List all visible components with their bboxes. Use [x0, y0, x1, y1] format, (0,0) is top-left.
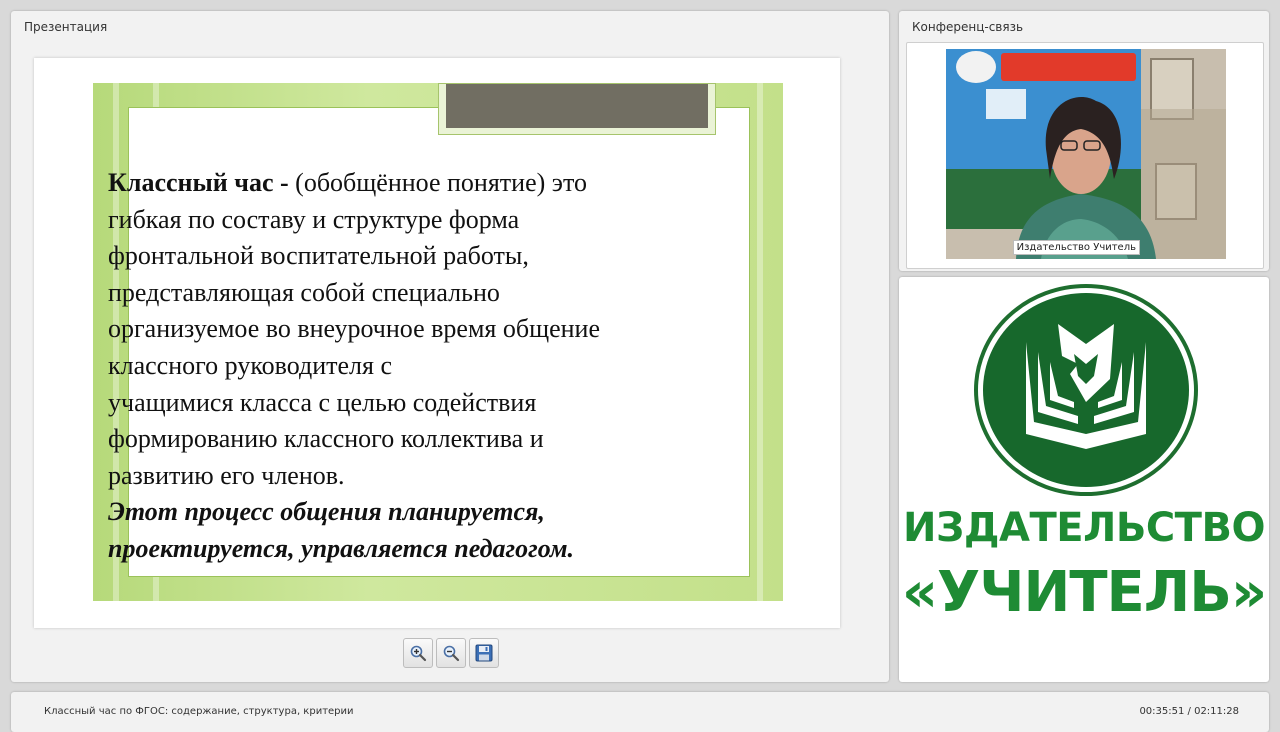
video-caption: Издательство Учитель	[1012, 240, 1140, 255]
webcam-image	[946, 49, 1226, 259]
save-button[interactable]	[469, 638, 499, 668]
slide-text-line: гибкая по составу и структуре форма	[108, 202, 718, 239]
slide-text-line: проектируется, управляется педагогом.	[108, 531, 718, 568]
slide-text-emphasis: Этот процесс общения планируется,	[108, 497, 545, 527]
slide-text-emphasis: проектируется, управляется педагогом.	[108, 533, 575, 563]
logo-panel: ИЗДАТЕЛЬСТВО «УЧИТЕЛЬ»	[899, 277, 1269, 682]
slide-text-line: организуемое во внеурочное время общение	[108, 311, 718, 348]
slide-title-bar	[446, 84, 708, 128]
webinar-title: Классный час по ФГОС: содержание, структ…	[44, 706, 354, 717]
slide-text-run: гибкая по составу и структуре форма	[108, 204, 520, 234]
slide-text-line: развитию его членов.	[108, 458, 718, 495]
playback-time: 00:35:51 / 02:11:28	[1139, 706, 1239, 717]
logo-line-2: «УЧИТЕЛЬ»	[901, 560, 1267, 625]
conference-panel-title: Конференц-связь	[912, 20, 1024, 34]
logo-line-1: ИЗДАТЕЛЬСТВО	[903, 505, 1265, 551]
slide-text-run: классного руководителя с	[108, 350, 392, 380]
conference-panel: Конференц-связь Издательство Учитель	[899, 11, 1269, 271]
zoom-in-button[interactable]	[403, 638, 433, 668]
presentation-panel: Презентация Классный час - (обобщённое п…	[11, 11, 889, 682]
slide-text-run: организуемое во внеурочное время общение	[108, 314, 601, 344]
publisher-logo-icon	[974, 284, 1198, 496]
slide-text-run: развитию его членов.	[108, 460, 345, 490]
webcam-video[interactable]: Издательство Учитель	[946, 49, 1226, 259]
presentation-toolbar	[403, 638, 499, 668]
zoom-out-icon	[443, 645, 460, 662]
floppy-disk-icon	[475, 644, 493, 662]
slide-text: Классный час - (обобщённое понятие) это г…	[108, 165, 718, 568]
footer-bar: Классный час по ФГОС: содержание, структ…	[11, 692, 1269, 732]
slide-text-run: формированию классного коллектива и	[108, 424, 544, 454]
slide-text-line: учащимися класса с целью содействия	[108, 385, 718, 422]
slide-text-run: представляющая собой специально	[108, 277, 500, 307]
slide-title-tab	[438, 83, 716, 135]
slide-text-line: фронтальной воспитательной работы,	[108, 238, 718, 275]
presentation-panel-title: Презентация	[24, 20, 108, 34]
slide-text-line: Этот процесс общения планируется,	[108, 494, 718, 531]
zoom-in-icon	[410, 645, 427, 662]
slide-text-emphasis: Классный час -	[108, 168, 296, 197]
slide-viewport[interactable]: Классный час - (обобщённое понятие) это г…	[34, 58, 840, 628]
video-frame: Издательство Учитель	[906, 42, 1264, 269]
slide-text-run: учащимися класса с целью содействия	[108, 387, 537, 417]
slide-text-line: представляющая собой специально	[108, 275, 718, 312]
slide-text-line: формированию классного коллектива и	[108, 421, 718, 458]
slide-text-run: фронтальной воспитательной работы,	[108, 241, 529, 271]
zoom-out-button[interactable]	[436, 638, 466, 668]
slide-text-run: (обобщённое понятие) это	[295, 168, 587, 197]
slide-text-line: классного руководителя с	[108, 348, 718, 385]
slide-text-line: Классный час - (обобщённое понятие) это	[108, 165, 718, 202]
